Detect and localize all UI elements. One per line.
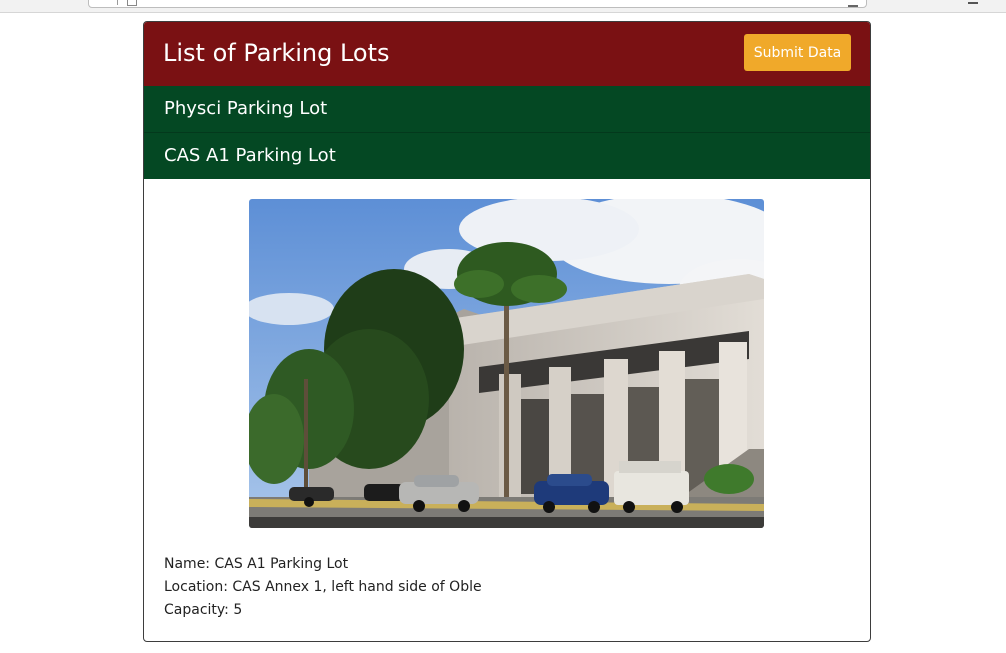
page-title: List of Parking Lots: [163, 39, 390, 67]
parking-lot-photo: [249, 199, 764, 528]
lot-item-physci[interactable]: Physci Parking Lot: [144, 86, 870, 132]
parking-lots-panel: List of Parking Lots Submit Data Physci …: [143, 21, 871, 642]
bookmark-icon[interactable]: [848, 0, 858, 7]
submit-data-button[interactable]: Submit Data: [744, 34, 851, 71]
address-bar[interactable]: [88, 0, 867, 8]
panel-header: List of Parking Lots Submit Data: [144, 22, 870, 86]
lot-details: Name: CAS A1 Parking Lot Location: CAS A…: [164, 553, 482, 622]
lot-item-cas-a1[interactable]: CAS A1 Parking Lot: [144, 133, 870, 179]
menu-icon[interactable]: [968, 0, 978, 4]
lot-location: Location: CAS Annex 1, left hand side of…: [164, 579, 482, 595]
address-divider: [117, 0, 118, 5]
lot-item-label: Physci Parking Lot: [164, 98, 328, 119]
lot-capacity: Capacity: 5: [164, 602, 243, 618]
lot-item-label: CAS A1 Parking Lot: [164, 145, 336, 166]
lot-name: Name: CAS A1 Parking Lot: [164, 556, 349, 572]
browser-chrome: [0, 0, 1006, 13]
page-icon: [127, 0, 137, 6]
